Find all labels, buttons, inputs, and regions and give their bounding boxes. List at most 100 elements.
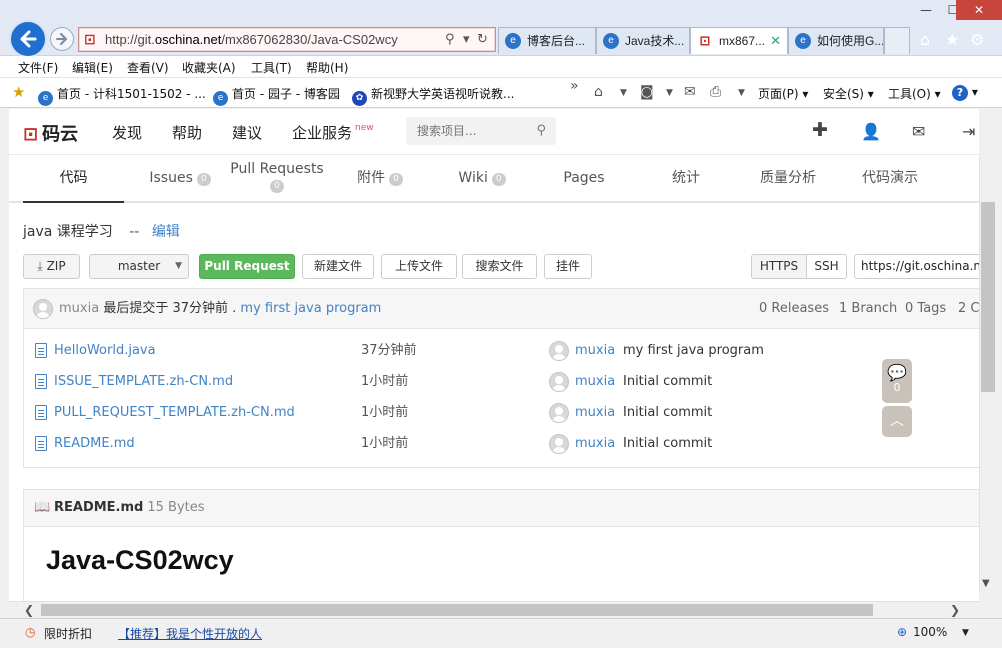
branch-select[interactable]: master ▼ xyxy=(89,254,189,279)
nav-help[interactable]: 帮助 xyxy=(172,122,202,143)
tab-stats[interactable]: 统计 xyxy=(635,155,737,203)
close-window-button[interactable]: ✕ xyxy=(956,0,1002,20)
contributors-count[interactable]: 2 C xyxy=(958,289,979,329)
file-name-link[interactable]: PULL_REQUEST_TEMPLATE.zh-CN.md xyxy=(54,397,295,428)
tab-blog-admin[interactable]: e 博客后台... xyxy=(498,27,596,54)
address-url[interactable]: http://git.oschina.net/mx867062830/Java-… xyxy=(105,32,398,47)
branches-count[interactable]: 1 Branch xyxy=(839,289,897,329)
favorites-star-icon[interactable]: ★ xyxy=(12,83,25,101)
scroll-left-arrow-icon[interactable]: ❮ xyxy=(24,602,34,618)
favorite-item-class[interactable]: e 首页 - 计科1501-1502 - ... xyxy=(38,85,206,106)
edit-description-link[interactable]: 编辑 xyxy=(152,224,180,240)
file-commit-message[interactable]: Initial commit xyxy=(623,428,712,459)
file-author-link[interactable]: muxia xyxy=(575,428,615,459)
more-chevron-icon[interactable]: » xyxy=(570,78,579,94)
logout-icon[interactable]: ⇥ xyxy=(962,122,975,141)
file-commit-message[interactable]: Initial commit xyxy=(623,366,712,397)
tab-repo[interactable]: ⊡ mx867... ✕ xyxy=(690,27,788,54)
site-logo[interactable]: ⊡ 码云 xyxy=(23,120,78,146)
favorites-star-icon[interactable]: ★ xyxy=(945,30,959,49)
tab-java-tech[interactable]: e Java技术... xyxy=(596,27,690,54)
settings-gear-icon[interactable]: ⚙ xyxy=(970,30,984,49)
back-button[interactable] xyxy=(9,20,47,58)
home-icon[interactable]: ⌂ xyxy=(594,84,603,100)
tab-demo[interactable]: 代码演示 xyxy=(839,155,941,203)
file-author-link[interactable]: muxia xyxy=(575,335,615,366)
menu-tools[interactable]: 工具(T) xyxy=(251,59,292,76)
https-toggle[interactable]: HTTPS xyxy=(751,254,807,279)
command-safety[interactable]: 安全(S) ▾ xyxy=(823,85,874,102)
scroll-down-arrow-icon[interactable]: ▼ xyxy=(982,578,990,589)
tab-pages[interactable]: Pages xyxy=(533,155,635,203)
vertical-scrollbar[interactable]: ▼ xyxy=(979,157,996,593)
file-author-link[interactable]: muxia xyxy=(575,397,615,428)
user-icon[interactable]: 👤 xyxy=(861,122,881,141)
comment-float-button[interactable]: 💬 0 xyxy=(882,359,912,403)
help-icon[interactable]: ? ▾ xyxy=(952,85,978,101)
tab-code[interactable]: 代码 xyxy=(23,155,124,203)
favorite-item-english[interactable]: ✿ 新视野大学英语视听说教... xyxy=(352,85,514,106)
menu-edit[interactable]: 编辑(E) xyxy=(72,59,113,76)
commit-message-link[interactable]: my first java program xyxy=(240,301,381,316)
search-file-button[interactable]: 搜索文件 xyxy=(462,254,537,279)
search-icon[interactable]: ⚲ xyxy=(445,32,455,47)
command-page[interactable]: 页面(P) ▾ xyxy=(758,85,808,102)
search-icon[interactable]: ⚲ xyxy=(536,123,546,138)
menu-view[interactable]: 查看(V) xyxy=(127,59,169,76)
tab-pull-requests[interactable]: Pull Requests 0 xyxy=(227,155,327,203)
tab-how-to-use[interactable]: e 如何使用G... xyxy=(788,27,884,54)
mail-icon[interactable]: ✉ xyxy=(912,122,925,141)
scroll-right-arrow-icon[interactable]: ❯ xyxy=(950,602,960,618)
dropdown-icon[interactable]: ▼ xyxy=(738,88,745,98)
forward-button[interactable] xyxy=(50,27,74,51)
back-to-top-button[interactable]: ︿ xyxy=(882,406,912,437)
search-input[interactable] xyxy=(406,117,526,145)
new-file-button[interactable]: 新建文件 xyxy=(302,254,374,279)
upload-file-button[interactable]: 上传文件 xyxy=(381,254,457,279)
close-tab-icon[interactable]: ✕ xyxy=(770,28,781,54)
address-bar[interactable]: ⊡ http://git.oschina.net/mx867062830/Jav… xyxy=(78,27,496,52)
clone-url-input[interactable]: https://git.oschina.net xyxy=(854,254,979,279)
plus-icon[interactable]: ✚ xyxy=(812,119,828,141)
tab-quality[interactable]: 质量分析 xyxy=(737,155,839,203)
minimize-button[interactable]: — xyxy=(912,0,940,20)
horizontal-scrollbar[interactable]: ❮ ❯ xyxy=(9,601,979,618)
file-commit-message[interactable]: Initial commit xyxy=(623,397,712,428)
pull-request-button[interactable]: Pull Request xyxy=(199,254,295,279)
mail-icon[interactable]: ✉ xyxy=(684,84,696,100)
horizontal-scroll-thumb[interactable] xyxy=(41,604,873,616)
file-commit-message[interactable]: my first java program xyxy=(623,335,764,366)
dropdown-icon[interactable]: ▼ xyxy=(666,88,673,98)
nav-suggest[interactable]: 建议 xyxy=(232,122,262,143)
releases-count[interactable]: 0 Releases xyxy=(759,289,829,329)
file-name-link[interactable]: HelloWorld.java xyxy=(54,335,156,366)
zoom-level[interactable]: 100% xyxy=(913,625,947,639)
file-name-link[interactable]: ISSUE_TEMPLATE.zh-CN.md xyxy=(54,366,233,397)
mount-button[interactable]: 挂件 xyxy=(544,254,592,279)
command-tools[interactable]: 工具(O) ▾ xyxy=(888,85,941,102)
dropdown-icon[interactable]: ▾ xyxy=(463,32,470,47)
tags-count[interactable]: 0 Tags xyxy=(905,289,946,329)
tab-issues[interactable]: Issues 0 xyxy=(129,155,231,203)
zoom-dropdown-icon[interactable]: ▼ xyxy=(962,628,969,638)
ssh-toggle[interactable]: SSH xyxy=(806,254,847,279)
file-author-link[interactable]: muxia xyxy=(575,366,615,397)
file-name-link[interactable]: README.md xyxy=(54,428,135,459)
menu-help[interactable]: 帮助(H) xyxy=(306,59,348,76)
commit-author[interactable]: muxia xyxy=(59,301,99,316)
status-promo-link[interactable]: 【推荐】我是个性开放的人 xyxy=(118,625,262,642)
menu-favorites[interactable]: 收藏夹(A) xyxy=(182,59,236,76)
nav-discover[interactable]: 发现 xyxy=(112,122,142,143)
home-icon[interactable]: ⌂ xyxy=(920,30,930,49)
new-tab-button[interactable] xyxy=(884,27,910,54)
dropdown-icon[interactable]: ▼ xyxy=(620,88,627,98)
favorite-item-cnblogs[interactable]: e 首页 - 园子 - 博客园 xyxy=(213,85,340,106)
menu-file[interactable]: 文件(F) xyxy=(18,59,58,76)
print-icon[interactable]: ⎙ xyxy=(710,84,721,100)
status-mode[interactable]: 限时折扣 xyxy=(44,625,92,642)
zip-download-button[interactable]: ⤓ ZIP xyxy=(23,254,80,279)
refresh-icon[interactable]: ↻ xyxy=(477,32,488,47)
rss-feed-icon[interactable]: ◙ xyxy=(640,84,654,100)
nav-enterprise[interactable]: 企业服务 new xyxy=(292,122,374,143)
tab-attachments[interactable]: 附件 0 xyxy=(329,155,431,203)
